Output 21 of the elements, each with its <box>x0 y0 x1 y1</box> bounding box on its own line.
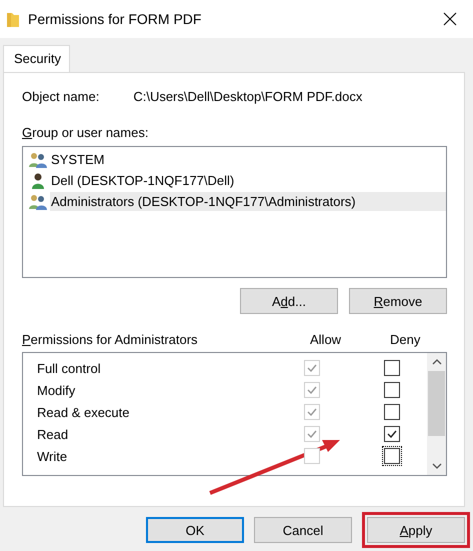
permissions-label: Permissions for Administrators <box>22 332 199 347</box>
permission-name: Read & execute <box>37 404 131 420</box>
user-item[interactable]: Administrators (DESKTOP-1NQF177\Administrators) <box>50 192 446 211</box>
permission-name: Write <box>37 448 68 464</box>
list-button[interactable]: Add... <box>240 288 338 314</box>
column-header: Deny <box>390 332 420 347</box>
dialog-button[interactable]: Cancel <box>254 517 352 543</box>
permission-name: Read <box>37 426 70 442</box>
window-title: Permissions for FORM PDF <box>28 11 202 27</box>
user-item[interactable]: Dell (DESKTOP-1NQF177\Dell) <box>50 171 234 190</box>
dialog-button[interactable]: OK <box>146 517 244 543</box>
list-button[interactable]: Remove <box>349 288 447 314</box>
dialog-button[interactable]: Apply <box>367 517 465 543</box>
object-path: C:\Users\Dell\Desktop\FORM PDF.docx <box>133 89 362 104</box>
permission-name: Modify <box>37 382 76 398</box>
list-label: Group or user names: <box>22 125 148 140</box>
tab[interactable]: Security <box>3 45 70 72</box>
permission-name: Full control <box>37 360 102 376</box>
field-label: Object name: <box>22 89 100 104</box>
column-header: Allow <box>310 332 342 347</box>
user-item[interactable]: SYSTEM <box>50 150 104 169</box>
